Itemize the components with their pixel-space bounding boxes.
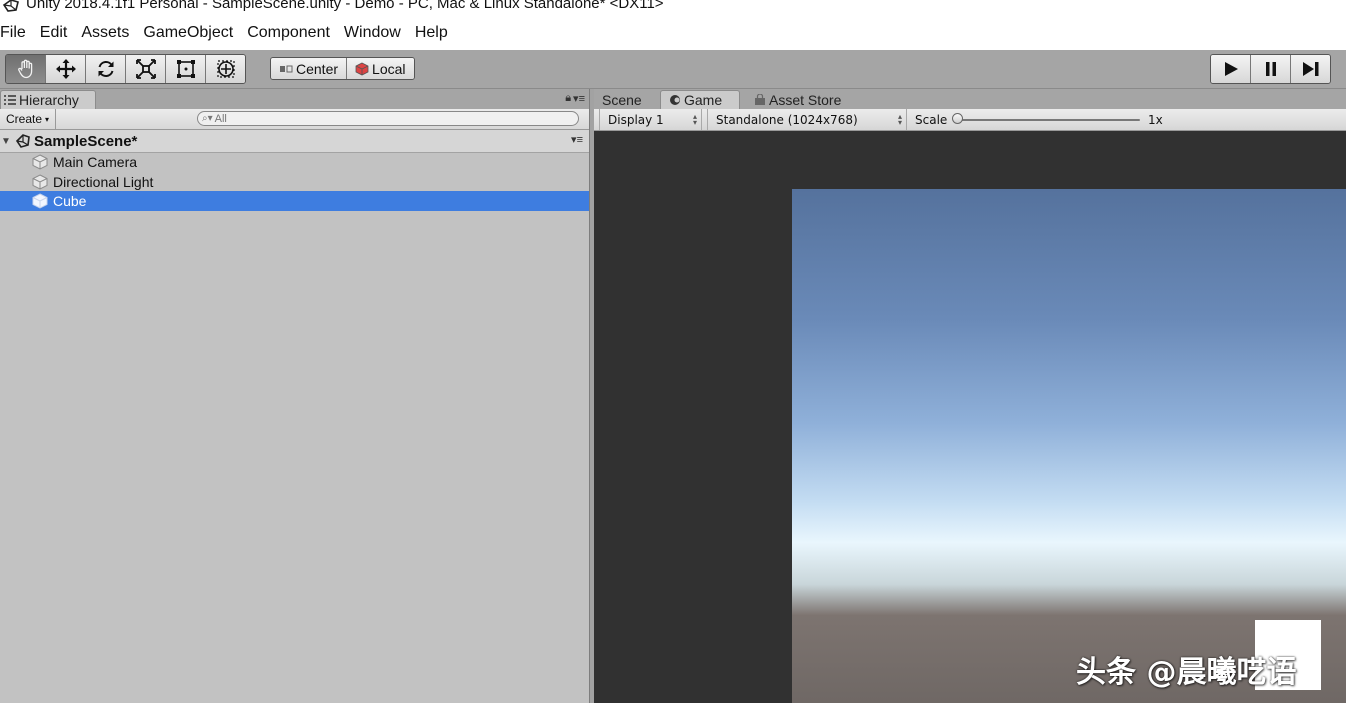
scene-tab-label: Scene <box>602 91 642 108</box>
rotate-icon <box>98 61 113 77</box>
resolution-label: Standalone (1024x768) <box>716 112 858 127</box>
transform-tool-button[interactable] <box>206 55 245 83</box>
scene-menu-icon[interactable]: ▾≡ <box>571 133 583 146</box>
pivot-local-label: Local <box>372 60 406 77</box>
menu-gameobject[interactable]: GameObject <box>136 24 240 42</box>
pivot-center-icon <box>280 65 293 72</box>
tab-asset-store[interactable]: Asset Store <box>746 90 858 109</box>
scale-tool-button[interactable] <box>126 55 166 83</box>
scale-slider-thumb[interactable] <box>952 113 963 124</box>
gameobject-cube-icon <box>32 154 48 170</box>
create-dropdown[interactable]: Create ▾ <box>0 109 57 129</box>
create-label: Create <box>6 112 43 126</box>
move-arrows-icon <box>55 59 76 79</box>
tab-scene[interactable]: Scene <box>594 90 660 109</box>
move-tool-button[interactable] <box>46 55 86 83</box>
menu-assets[interactable]: Assets <box>74 24 136 42</box>
display-label: Display 1 <box>608 112 664 127</box>
hierarchy-item-label: Main Camera <box>53 154 138 170</box>
asset-store-tab-label: Asset Store <box>769 91 842 108</box>
scale-value-wrap: 1x <box>1148 109 1163 130</box>
hierarchy-item-main-camera[interactable]: Main Camera <box>0 152 589 172</box>
play-icon <box>1224 62 1238 76</box>
hierarchy-panel-tools: 🔒︎ ▾≡ <box>565 92 585 105</box>
step-icon <box>1302 62 1318 76</box>
scale-label: Scale <box>915 112 948 127</box>
pivot-center-button[interactable]: Center <box>271 58 348 79</box>
updown-arrows-icon: ▴ ▾ <box>692 111 697 127</box>
hand-tool-button[interactable] <box>6 55 46 83</box>
lock-icon[interactable]: 🔒︎ <box>565 92 571 105</box>
gameobject-cube-icon <box>32 174 48 190</box>
hierarchy-tab-label: Hierarchy <box>19 92 79 108</box>
menu-help[interactable]: Help <box>408 24 455 42</box>
scene-name: SampleScene* <box>34 132 138 150</box>
pause-icon <box>1265 62 1276 76</box>
unity-logo-icon <box>2 0 19 12</box>
menu-component[interactable]: Component <box>240 24 337 42</box>
game-tabstrip: Scene Game Asset Store <box>594 89 1346 109</box>
hand-icon <box>17 59 32 79</box>
transform-icon <box>216 60 235 78</box>
rotate-tool-button[interactable] <box>86 55 126 83</box>
display-dropdown[interactable]: Display 1 ▴ ▾ <box>599 109 702 130</box>
pivot-local-button[interactable]: Local <box>347 58 414 79</box>
hierarchy-tabstrip: Hierarchy 🔒︎ ▾≡ <box>0 89 589 109</box>
tab-hierarchy[interactable]: Hierarchy <box>0 90 96 109</box>
menu-window[interactable]: Window <box>337 24 408 42</box>
chevron-down-icon: ▾ <box>45 114 50 124</box>
panel-menu-icon[interactable]: ▾≡ <box>573 92 585 105</box>
rect-tool-button[interactable] <box>166 55 206 83</box>
pivot-center-label: Center <box>296 60 339 77</box>
hierarchy-item-label: Cube <box>53 193 87 209</box>
search-icon: ⌕▾ <box>202 113 213 124</box>
play-button[interactable] <box>1211 55 1251 83</box>
pause-button[interactable] <box>1251 55 1291 83</box>
resolution-dropdown[interactable]: Standalone (1024x768) ▴ ▾ <box>707 109 907 130</box>
menu-edit[interactable]: Edit <box>33 24 75 42</box>
hierarchy-item-cube[interactable]: Cube <box>0 191 589 211</box>
gameobject-cube-icon <box>32 193 48 209</box>
hierarchy-toolbar: Create ▾ ⌕▾ All <box>0 109 589 130</box>
unity-scene-icon <box>15 134 30 148</box>
hierarchy-item-label: Directional Light <box>53 174 154 190</box>
tab-game[interactable]: Game <box>660 90 740 109</box>
shopping-bag-icon <box>755 93 765 105</box>
game-tab-label: Game <box>684 92 723 108</box>
updown-arrows-icon: ▴ ▾ <box>897 111 902 127</box>
pivot-toggle-group: Center Local <box>270 57 415 80</box>
scale-slider-track[interactable] <box>958 119 1140 121</box>
list-icon <box>4 95 16 105</box>
menu-file[interactable]: File <box>0 24 33 42</box>
hierarchy-search-input[interactable]: ⌕▾ All <box>197 111 579 126</box>
playback-controls <box>1210 54 1331 84</box>
title-bar: Unity 2018.4.1f1 Personal - SampleScene.… <box>0 0 1346 16</box>
game-toolbar: Display 1 ▴ ▾ Standalone (1024x768) ▴ ▾ Sc… <box>594 109 1346 131</box>
scene-root-row[interactable]: ▼ SampleScene* ▾≡ <box>0 130 589 153</box>
watermark-text: 头条 @晨曦呓语 <box>1076 655 1297 690</box>
window-title: Unity 2018.4.1f1 Personal - SampleScene.… <box>26 0 664 12</box>
local-cube-icon <box>355 62 369 75</box>
hierarchy-item-directional-light[interactable]: Directional Light <box>0 172 589 192</box>
game-panel: Scene Game Asset Store Display 1 ▴ ▾ Stan… <box>594 89 1346 703</box>
expand-arrow-icon[interactable]: ▼ <box>0 136 12 147</box>
scale-label-wrap: Scale <box>909 109 947 130</box>
transform-tools <box>5 54 246 84</box>
game-viewport[interactable]: 头条 @晨曦呓语 <box>594 131 1346 703</box>
hierarchy-panel: Hierarchy 🔒︎ ▾≡ Create ▾ ⌕▾ All ▼ Sample… <box>0 89 589 703</box>
main-toolbar: Center Local <box>0 50 1346 89</box>
scale-icon <box>135 59 156 79</box>
rect-transform-icon <box>176 60 195 78</box>
menu-bar: File Edit Assets GameObject Component Wi… <box>0 16 1346 50</box>
step-button[interactable] <box>1291 55 1330 83</box>
game-controller-icon <box>670 95 680 105</box>
scale-value: 1x <box>1148 112 1163 127</box>
search-placeholder: All <box>214 112 227 125</box>
